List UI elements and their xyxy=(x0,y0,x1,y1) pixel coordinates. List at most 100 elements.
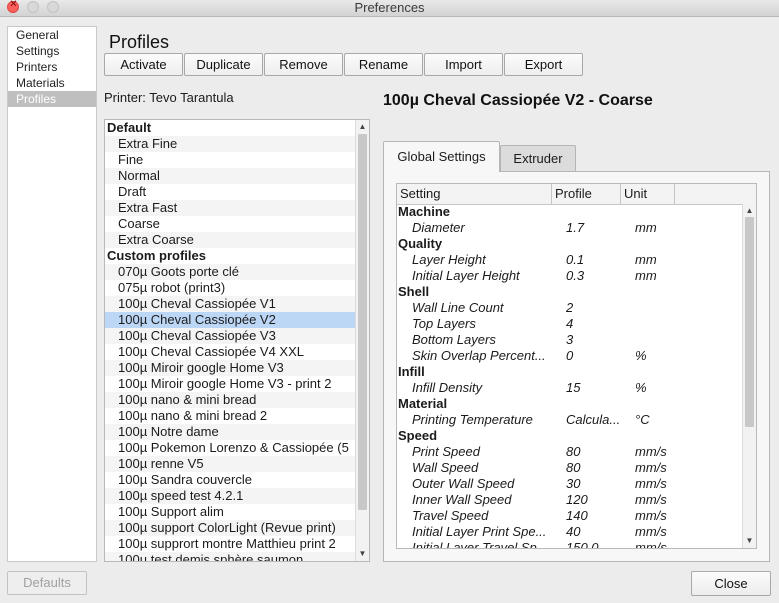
settings-row[interactable]: Initial Layer Travel Sp... 150.0 mm/s xyxy=(397,540,742,549)
sidebar-item-settings[interactable]: Settings xyxy=(8,43,96,59)
profile-group-custom: Custom profiles xyxy=(107,248,206,263)
profile-detail-title: 100µ Cheval Cassiopée V2 - Coarse xyxy=(383,92,653,109)
profile-list-item[interactable]: 100µ Miroir google Home V3 - print 2 xyxy=(105,376,356,392)
setting-name: Diameter xyxy=(412,220,465,235)
scroll-up-arrow-icon[interactable]: ▲ xyxy=(356,121,369,133)
setting-value: 120 xyxy=(566,492,588,507)
settings-row[interactable]: Print Speed 80 mm/s xyxy=(397,444,742,460)
settings-row[interactable]: Outer Wall Speed 30 mm/s xyxy=(397,476,742,492)
remove-button[interactable]: Remove xyxy=(264,53,343,76)
profile-list-item[interactable]: 100µ nano & mini bread 2 xyxy=(105,408,356,424)
profile-list-item[interactable]: 100µ Cheval Cassiopée V3 xyxy=(105,328,356,344)
profile-list-item[interactable]: Fine xyxy=(105,152,356,168)
settings-row[interactable]: Top Layers 4 xyxy=(397,316,742,332)
setting-name: Wall Line Count xyxy=(412,300,504,315)
setting-value: 40 xyxy=(566,524,581,539)
column-header-setting[interactable]: Setting xyxy=(397,184,552,204)
settings-row[interactable]: Travel Speed 140 mm/s xyxy=(397,508,742,524)
setting-name: Printing Temperature xyxy=(412,412,533,427)
settings-row[interactable]: Layer Height 0.1 mm xyxy=(397,252,742,268)
sidebar-item-general[interactable]: General xyxy=(8,27,96,43)
setting-value: 0 xyxy=(566,348,574,363)
profile-list-item[interactable]: 100µ Sandra couvercle xyxy=(105,472,356,488)
setting-name: Infill Density xyxy=(412,380,483,395)
setting-value: 15 xyxy=(566,380,581,395)
profile-list-item[interactable]: 100µ Notre dame xyxy=(105,424,356,440)
column-header-profile[interactable]: Profile xyxy=(552,184,621,204)
profile-list-item[interactable]: Draft xyxy=(105,184,356,200)
export-button[interactable]: Export xyxy=(504,53,583,76)
settings-table-scroll-thumb[interactable] xyxy=(745,217,754,427)
setting-value: 0.3 xyxy=(566,268,585,283)
setting-unit: mm xyxy=(635,268,657,283)
setting-name: Initial Layer Travel Sp... xyxy=(412,540,548,549)
setting-value: 80 xyxy=(566,444,581,459)
profile-list[interactable]: Default Extra Fine Fine Normal Draft Extra Fa… xyxy=(104,119,370,562)
profile-list-item[interactable]: 100µ supprort montre Matthieu print 2 xyxy=(105,536,356,552)
setting-name: Initial Layer Print Spe... xyxy=(412,524,547,539)
settings-category: Machine xyxy=(398,204,451,219)
profile-list-item[interactable]: 100µ Support alim xyxy=(105,504,356,520)
settings-table-scrollbar[interactable]: ▲ ▼ xyxy=(742,204,756,548)
sidebar-item-profiles[interactable]: Profiles xyxy=(8,91,96,107)
title-bar: ✕ Preferences xyxy=(0,0,779,17)
profile-list-item[interactable]: 100µ Cheval Cassiopée V2 xyxy=(105,312,356,328)
setting-name: Top Layers xyxy=(412,316,476,331)
profile-list-item[interactable]: Extra Fine xyxy=(105,136,356,152)
setting-unit: % xyxy=(635,348,647,363)
setting-unit: mm/s xyxy=(635,492,667,507)
profile-list-item[interactable]: Extra Fast xyxy=(105,200,356,216)
setting-unit: mm/s xyxy=(635,540,667,549)
settings-row[interactable]: Inner Wall Speed 120 mm/s xyxy=(397,492,742,508)
profile-list-scroll-thumb[interactable] xyxy=(358,134,367,510)
profile-list-content: Default Extra Fine Fine Normal Draft Extra Fa… xyxy=(105,120,356,561)
settings-row[interactable]: Bottom Layers 3 xyxy=(397,332,742,348)
profile-list-scrollbar[interactable]: ▲ ▼ xyxy=(355,120,369,561)
profile-list-item[interactable]: 100µ support ColorLight (Revue print) xyxy=(105,520,356,536)
import-button[interactable]: Import xyxy=(424,53,503,76)
tab-extruder[interactable]: Extruder xyxy=(500,145,576,171)
profile-list-item[interactable]: Extra Coarse xyxy=(105,232,356,248)
close-button[interactable]: Close xyxy=(691,571,771,596)
setting-name: Bottom Layers xyxy=(412,332,496,347)
settings-category: Material xyxy=(398,396,448,411)
profile-list-item[interactable]: Coarse xyxy=(105,216,356,232)
duplicate-button[interactable]: Duplicate xyxy=(184,53,263,76)
profile-list-item[interactable]: 070µ Goots porte clé xyxy=(105,264,356,280)
settings-row[interactable]: Wall Line Count 2 xyxy=(397,300,742,316)
profile-list-item[interactable]: 100µ Miroir google Home V3 xyxy=(105,360,356,376)
settings-row[interactable]: Initial Layer Print Spe... 40 mm/s xyxy=(397,524,742,540)
profile-list-item[interactable]: 075µ robot (print3) xyxy=(105,280,356,296)
tab-global-settings[interactable]: Global Settings xyxy=(383,141,500,172)
profile-list-item[interactable]: 100µ speed test 4.2.1 xyxy=(105,488,356,504)
setting-value: 4 xyxy=(566,316,574,331)
rename-button[interactable]: Rename xyxy=(344,53,423,76)
settings-row[interactable]: Printing Temperature Calcula... °C xyxy=(397,412,742,428)
profile-list-item[interactable]: Normal xyxy=(105,168,356,184)
profile-list-item[interactable]: 100µ Pokemon Lorenzo & Cassiopée (5 xyxy=(105,440,356,456)
profile-list-item[interactable]: 100µ nano & mini bread xyxy=(105,392,356,408)
setting-unit: mm/s xyxy=(635,444,667,459)
column-header-unit[interactable]: Unit xyxy=(621,184,675,204)
scroll-up-arrow-icon[interactable]: ▲ xyxy=(743,205,756,217)
settings-row[interactable]: Skin Overlap Percent... 0% xyxy=(397,348,742,364)
sidebar-item-printers[interactable]: Printers xyxy=(8,59,96,75)
setting-value: 1.7 xyxy=(566,220,585,235)
profile-list-item[interactable]: 100µ test demis sphère saumon xyxy=(105,552,356,561)
setting-unit: mm xyxy=(635,252,657,267)
settings-table[interactable]: Setting Profile Unit Machine Diameter 1.7 m… xyxy=(396,183,757,549)
settings-row[interactable]: Infill Density 15% xyxy=(397,380,742,396)
settings-row[interactable]: Diameter 1.7 mm xyxy=(397,220,742,236)
settings-row[interactable]: Wall Speed 80 mm/s xyxy=(397,460,742,476)
scroll-down-arrow-icon[interactable]: ▼ xyxy=(356,548,369,560)
settings-row[interactable]: Initial Layer Height 0.3 mm xyxy=(397,268,742,284)
activate-button[interactable]: Activate xyxy=(104,53,183,76)
scroll-down-arrow-icon[interactable]: ▼ xyxy=(743,535,756,547)
setting-value: 3 xyxy=(566,332,574,347)
defaults-button[interactable]: Defaults xyxy=(7,571,87,595)
profile-list-item[interactable]: 100µ Cheval Cassiopée V4 XXL xyxy=(105,344,356,360)
profile-list-item[interactable]: 100µ renne V5 xyxy=(105,456,356,472)
sidebar-item-materials[interactable]: Materials xyxy=(8,75,96,91)
settings-category: Infill xyxy=(398,364,425,379)
profile-list-item[interactable]: 100µ Cheval Cassiopée V1 xyxy=(105,296,356,312)
